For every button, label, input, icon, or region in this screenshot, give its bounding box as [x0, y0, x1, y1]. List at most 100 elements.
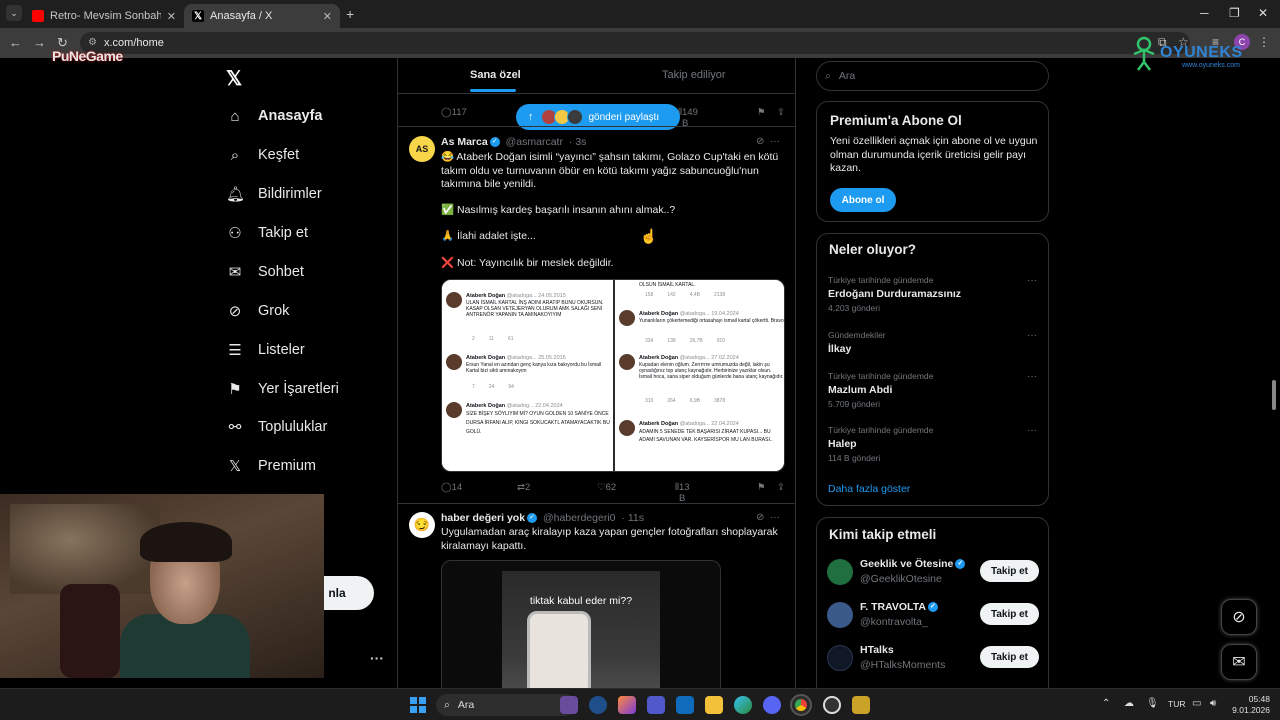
more-icon[interactable]: ···	[1027, 275, 1037, 286]
more-icon[interactable]: ···	[770, 136, 780, 147]
views-button[interactable]: ⫴ 13 B	[675, 482, 690, 504]
search-input[interactable]: ⌕ Ara	[816, 61, 1049, 91]
repost-button[interactable]: ⇄ 2	[517, 482, 530, 493]
edge-icon[interactable]	[734, 696, 752, 714]
system-clock[interactable]: 05:48 9.01.2026	[1230, 694, 1270, 716]
oyuneks-mascot-icon	[1133, 36, 1155, 71]
account-more-icon[interactable]: ···	[370, 650, 384, 666]
nav-item-follow[interactable]: ⚇ Takip et	[226, 221, 308, 245]
x-logo-icon[interactable]: 𝕏	[226, 66, 242, 91]
steam-icon[interactable]	[823, 696, 841, 714]
browser-tab-youtube[interactable]: Retro- Mevsim Sonbahar X MV ✕	[24, 4, 184, 28]
window-close-icon[interactable]: ✕	[1258, 6, 1268, 20]
trend-item[interactable]: Gündemdekiler İlkay ···	[828, 330, 1038, 355]
more-icon[interactable]: ···	[770, 512, 780, 523]
follow-suggestion[interactable]: F. TRAVOLTA ✓ @kontravolta_ Takip et	[827, 600, 1042, 630]
nav-item-notifications[interactable]: 🔔︎ Bildirimler	[226, 182, 322, 206]
cloud-icon[interactable]: ☁	[1124, 698, 1134, 709]
author-name[interactable]: As Marca	[441, 136, 488, 148]
avatar[interactable]: AS	[409, 136, 435, 162]
game-app-icon[interactable]	[560, 696, 578, 714]
embedded-stat: 334	[645, 338, 654, 344]
avatar[interactable]: 😏	[409, 512, 435, 538]
nav-item-grok[interactable]: ⊘ Grok	[226, 299, 290, 323]
follow-button[interactable]: Takip et	[980, 560, 1039, 582]
new-tab-icon[interactable]: +	[346, 6, 354, 22]
menu-icon[interactable]: ⋮	[1258, 35, 1270, 49]
follow-suggestion[interactable]: Geeklik ve Ötesine ✓ @GeeklikOtesine Taki…	[827, 557, 1042, 587]
tweet-time[interactable]: 3s	[575, 136, 586, 148]
grok-icon[interactable]: ⊘	[756, 512, 764, 523]
maximize-icon[interactable]: ❐	[1229, 6, 1240, 20]
taskbar-search[interactable]: ⌕ Ara	[436, 694, 576, 716]
minimize-icon[interactable]: ─	[1200, 6, 1209, 20]
tweet-time[interactable]: 11s	[628, 512, 644, 524]
share-icon[interactable]: ⇪	[777, 107, 785, 118]
suggestion-handle: @kontravolta_	[860, 616, 928, 628]
close-icon[interactable]: ✕	[167, 10, 176, 23]
follow-button[interactable]: Takip et	[980, 646, 1039, 668]
like-button[interactable]: ♡ 62	[597, 482, 616, 493]
chrome-icon[interactable]	[790, 694, 812, 716]
nav-item-lists[interactable]: ☰ Listeler	[226, 338, 304, 362]
nav-item-chat[interactable]: ✉ Sohbet	[226, 260, 304, 284]
grok-fab-icon[interactable]: ⊘	[1221, 599, 1257, 635]
back-icon[interactable]: ←	[9, 35, 22, 50]
forward-icon[interactable]: →	[33, 35, 46, 50]
tweet-media-image[interactable]: Ataberk Doğan @atadoga... 24.05.2015 ULA…	[441, 279, 785, 472]
reply-button[interactable]: ◯ 117	[441, 107, 467, 118]
copilot-icon[interactable]	[618, 696, 636, 714]
tab-following[interactable]: Takip ediliyor	[662, 69, 726, 81]
media-column-right: OLSUN İSMAİL KARTAL. 158 142 4,4B 2138 Atab…	[615, 280, 784, 471]
bookmark-icon[interactable]: ⚑	[757, 107, 766, 118]
embedded-stat: 24	[488, 384, 495, 390]
reply-button[interactable]: ◯ 14	[441, 482, 462, 493]
browser-tab-x[interactable]: 𝕏 Anasayfa / X ✕	[184, 4, 340, 28]
trend-count: 5.709 gönderi	[828, 399, 880, 409]
discord-icon[interactable]	[763, 696, 781, 714]
more-icon[interactable]: ···	[1027, 425, 1037, 436]
grok-icon[interactable]: ⊘	[756, 136, 764, 147]
messages-fab-icon[interactable]: ✉	[1221, 644, 1257, 680]
follow-suggestion[interactable]: HTalks @HTalksMoments Takip et	[827, 643, 1042, 673]
nav-item-explore[interactable]: ⌕ Keşfet	[226, 143, 299, 167]
chevron-up-icon[interactable]: ⌃	[1102, 698, 1110, 709]
trend-item[interactable]: Türkiye tarihinde gündemde Halep 114 B g…	[828, 425, 1038, 463]
author-handle[interactable]: @asmarcatr	[506, 136, 563, 148]
app-icon[interactable]	[589, 696, 607, 714]
trend-item[interactable]: Türkiye tarihinde gündemde Mazlum Abdi 5…	[828, 371, 1038, 409]
store-icon[interactable]	[676, 696, 694, 714]
bookmark-icon[interactable]: ⚑	[757, 482, 766, 493]
share-icon[interactable]: ⇪	[777, 482, 785, 493]
follow-button[interactable]: Takip et	[980, 603, 1039, 625]
clock-date: 9.01.2026	[1232, 705, 1270, 715]
subscribe-button[interactable]: Abone ol	[830, 188, 896, 212]
volume-icon[interactable]: 🔊︎	[1210, 698, 1216, 709]
trend-item[interactable]: Türkiye tarihinde gündemde Erdoğanı Durd…	[828, 275, 1038, 313]
tab-search-button[interactable]: ⌄	[6, 5, 22, 21]
scrollbar[interactable]	[1272, 380, 1276, 410]
show-more-link[interactable]: Daha fazla göster	[828, 483, 910, 495]
address-bar[interactable]: ⚙ x.com/home	[80, 32, 1190, 54]
author-handle[interactable]: @haberdegeri0	[543, 512, 616, 524]
nav-item-premium[interactable]: 𝕏 Premium	[226, 454, 316, 478]
teams-icon[interactable]	[647, 696, 665, 714]
suggestion-name: HTalks	[860, 644, 894, 656]
nav-item-home[interactable]: ⌂ Anasayfa	[226, 104, 322, 128]
microphone-icon[interactable]: 🎙︎	[1146, 698, 1159, 709]
windows-start-icon[interactable]	[410, 697, 426, 713]
tab-for-you[interactable]: Sana özel	[470, 69, 521, 81]
file-explorer-icon[interactable]	[705, 696, 723, 714]
game-launcher-icon[interactable]	[852, 696, 870, 714]
tweet-media-video[interactable]: tiktak kabul eder mi??	[441, 560, 721, 688]
more-icon[interactable]: ···	[1027, 371, 1037, 382]
close-icon[interactable]: ✕	[323, 10, 332, 23]
input-language[interactable]: TUR	[1168, 699, 1185, 709]
network-icon[interactable]: ▭	[1192, 698, 1201, 709]
author-name[interactable]: haber değeri yok	[441, 512, 525, 524]
site-info-icon[interactable]: ⚙	[88, 37, 97, 48]
nav-item-communities[interactable]: ⚯ Topluluklar	[226, 415, 328, 439]
more-icon[interactable]: ···	[1027, 330, 1037, 341]
nav-item-bookmarks[interactable]: ⚑ Yer İşaretleri	[226, 377, 339, 401]
embedded-stat: 7	[472, 384, 475, 390]
